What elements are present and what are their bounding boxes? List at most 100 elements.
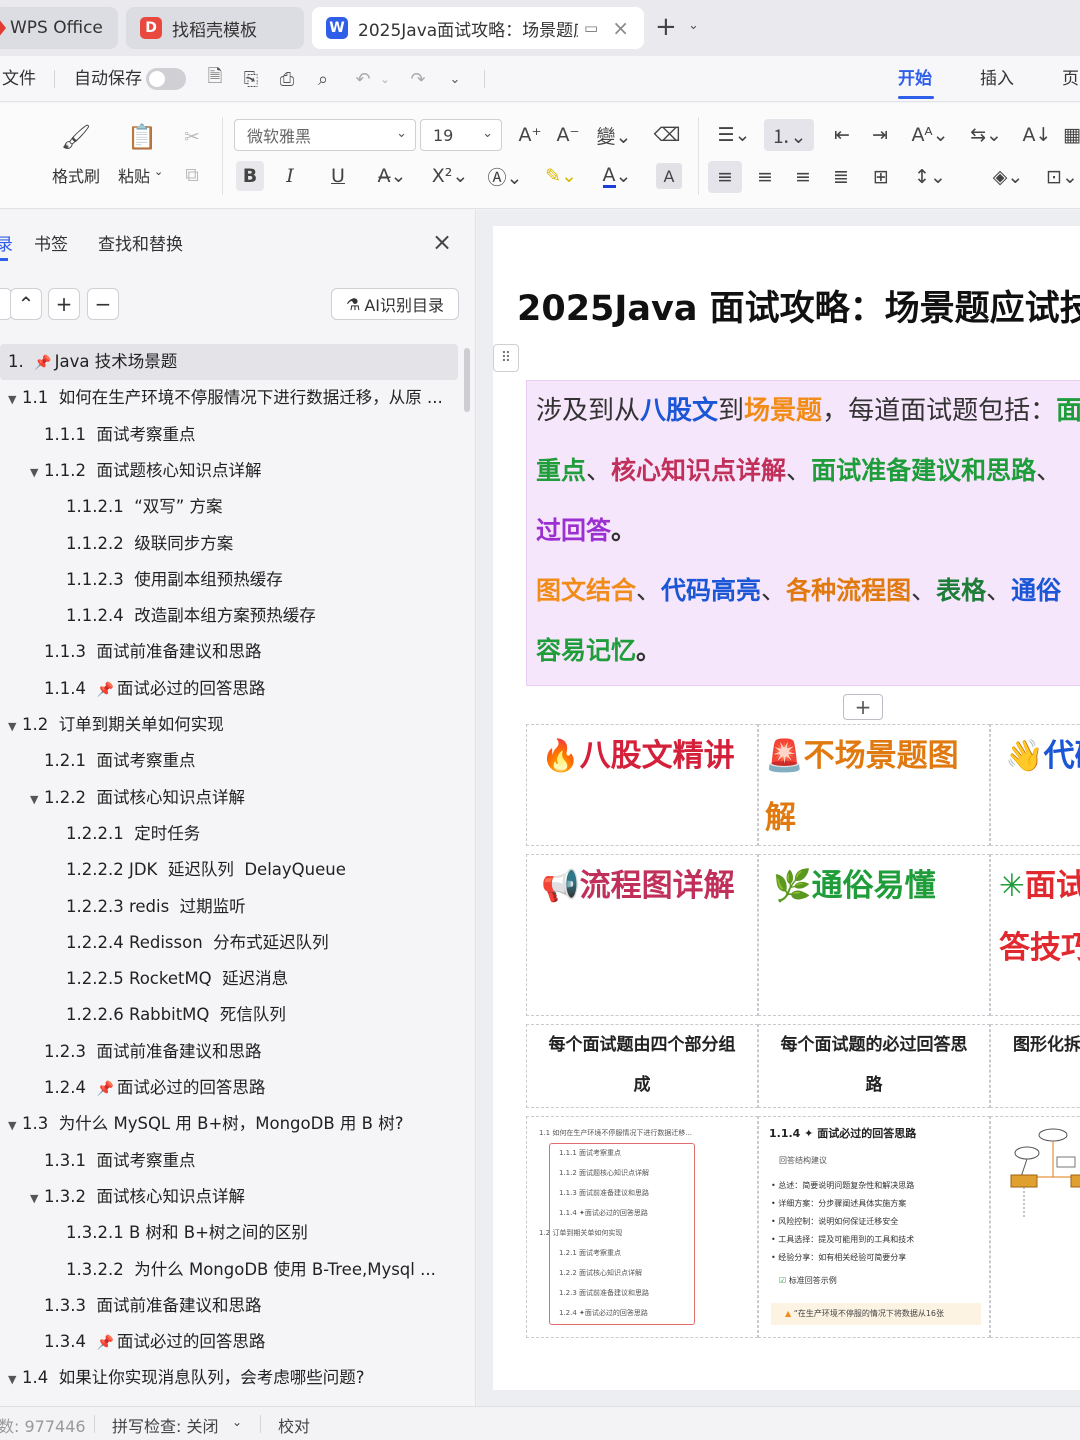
collapse-up-icon[interactable]: ⌃	[10, 288, 42, 320]
strikethrough-icon[interactable]: A̶⌄	[372, 161, 412, 191]
tab-wps-office[interactable]: WPS Office	[0, 7, 118, 49]
tab-docer-templates[interactable]: D 找稻壳模板	[126, 7, 304, 49]
toc-item[interactable]: 1.3.1 面试考察重点	[0, 1143, 458, 1179]
cut-icon[interactable]: ✂	[178, 123, 206, 151]
toc-item[interactable]: ▼ 1.3.2 面试核心知识点详解	[0, 1179, 458, 1215]
toc-item[interactable]: ▼ 1.4 如果让你实现消息队列，会考虑哪些问题?	[0, 1360, 458, 1396]
autosave-toggle[interactable]	[146, 68, 186, 90]
phonetic-guide-icon[interactable]: 變⌄	[594, 121, 634, 149]
toc-item[interactable]: 1.3.4 📌 面试必过的回答思路	[0, 1324, 458, 1360]
increase-font-icon[interactable]: A⁺	[516, 121, 544, 149]
toc-item[interactable]: 1.2.2.5 RocketMQ 延迟消息	[0, 961, 458, 997]
menu-file[interactable]: 文件	[2, 56, 36, 102]
new-tab-icon[interactable]: +	[655, 12, 677, 42]
decrease-indent-icon[interactable]: ⇤	[828, 121, 856, 149]
eraser-icon[interactable]: ⌫	[652, 121, 682, 149]
expand-arrow-icon[interactable]: ▼	[8, 1108, 22, 1142]
print-icon[interactable]: ⎙	[274, 66, 300, 92]
expand-arrow-icon[interactable]: ▼	[30, 782, 44, 816]
toc-item[interactable]: 1.2.2.1 定时任务	[0, 816, 458, 852]
sort-icon[interactable]: A↓	[1022, 121, 1052, 149]
save-icon[interactable]: 🗎	[202, 66, 228, 92]
font-color-icon[interactable]: A ⌄	[596, 161, 638, 191]
format-painter-icon[interactable]: 🖌	[60, 121, 92, 153]
toc-item[interactable]: 1.3.2.2 为什么 MongoDB 使用 B-Tree,Mysql ...	[0, 1252, 458, 1288]
nav-tab-bookmarks[interactable]: 书签	[34, 230, 68, 255]
borders-icon[interactable]: ⊡⌄	[1042, 161, 1080, 193]
paste-label[interactable]: 粘贴	[118, 163, 150, 187]
toc-item[interactable]: 1.1.1 面试考察重点	[0, 417, 458, 453]
char-shading-icon[interactable]: A	[656, 163, 682, 189]
font-family-select[interactable]: 微软雅黑 ⌄	[234, 119, 416, 151]
toc-item[interactable]: 1.1.4 📌 面试必过的回答思路	[0, 671, 458, 707]
toc-item[interactable]: 1.2.2.3 redis 过期监听	[0, 889, 458, 925]
toc-item[interactable]: 1. 📌 Java 技术场景题	[0, 344, 458, 380]
line-spacing-icon[interactable]: ↕⌄	[908, 161, 952, 193]
toc-item[interactable]: 1.1.2.1 “双写” 方案	[0, 489, 458, 525]
underline-button[interactable]: U	[318, 161, 358, 191]
menu-insert[interactable]: 插入	[980, 56, 1014, 102]
toc-item[interactable]: ▼ 1.1.2 面试题核心知识点详解	[0, 453, 458, 489]
toc-item[interactable]: ▼ 1.2.2 面试核心知识点详解	[0, 780, 458, 816]
ai-toc-button[interactable]: ⚗ AI识别目录	[331, 288, 459, 320]
export-pdf-icon[interactable]: ⎘	[238, 66, 264, 92]
bold-button[interactable]: B	[236, 161, 264, 191]
toc-item[interactable]: 1.2.2.4 Redisson 分布式延迟队列	[0, 925, 458, 961]
spell-check-toggle[interactable]: 拼写检查: 关闭	[112, 1413, 218, 1437]
toc-item[interactable]: 1.2.3 面试前准备建议和思路	[0, 1034, 458, 1070]
toc-item[interactable]: 1.2.2.2 JDK 延迟队列 DelayQueue	[0, 852, 458, 888]
highlight-icon[interactable]: ✎⌄	[540, 161, 582, 191]
menu-page[interactable]: 页	[1062, 56, 1079, 102]
toc-item[interactable]: ▼ 1.2 订单到期关单如何实现	[0, 707, 458, 743]
align-center-icon[interactable]: ≡	[750, 161, 780, 193]
expand-arrow-icon[interactable]: ▼	[8, 709, 22, 743]
toc-item[interactable]: 1.1.2.2 级联同步方案	[0, 526, 458, 562]
chevron-down-icon[interactable]: ⌄	[688, 18, 699, 33]
toc-item[interactable]: ▼ 1.3 为什么 MySQL 用 B+树，MongoDB 用 B 树?	[0, 1106, 458, 1142]
expand-plus-icon[interactable]: +	[48, 288, 80, 320]
align-left-icon[interactable]: ≡	[708, 161, 742, 193]
change-case-icon[interactable]: Aᴬ⌄	[908, 121, 952, 149]
justify-icon[interactable]: ≣	[826, 161, 856, 193]
table-grid-icon[interactable]: ▦	[1060, 121, 1080, 149]
distribute-icon[interactable]: ⊞	[866, 161, 896, 193]
align-right-icon[interactable]: ≡	[788, 161, 818, 193]
numbered-list-icon[interactable]: ⒈⌄	[764, 119, 814, 151]
more-chevron-icon[interactable]: ⌄	[442, 66, 468, 92]
increase-indent-icon[interactable]: ⇥	[866, 121, 894, 149]
format-painter-label[interactable]: 格式刷	[52, 163, 100, 187]
drag-handle-icon[interactable]: ⠿	[493, 344, 519, 372]
italic-button[interactable]: I	[276, 161, 304, 191]
expand-arrow-icon[interactable]: ▼	[8, 382, 22, 416]
font-size-select[interactable]: 19 ⌄	[420, 119, 502, 151]
expand-arrow-icon[interactable]: ▼	[30, 1181, 44, 1215]
print-preview-icon[interactable]: ⌕	[310, 66, 336, 92]
paste-chevron-icon[interactable]: ⌄	[154, 165, 163, 178]
toc-item[interactable]: 1.2.4 📌 面试必过的回答思路	[0, 1070, 458, 1106]
collapse-minus-icon[interactable]: −	[87, 288, 119, 320]
paste-icon[interactable]: 📋	[126, 121, 158, 153]
undo-dropdown-icon[interactable]: ⌄	[372, 66, 398, 92]
toc-item[interactable]: 1.3.2.1 B 树和 B+树之间的区别	[0, 1215, 458, 1251]
text-direction-icon[interactable]: ⇆⌄	[966, 121, 1006, 149]
close-icon[interactable]: ×	[612, 16, 629, 40]
chevron-down-icon[interactable]: ⌄	[232, 1415, 242, 1429]
close-pane-icon[interactable]: ×	[432, 228, 452, 256]
shading-icon[interactable]: ◈⌄	[986, 161, 1030, 193]
toc-item[interactable]: 1.1.2.4 改造副本组方案预热缓存	[0, 598, 458, 634]
scrollbar-thumb[interactable]	[464, 348, 470, 412]
redo-icon[interactable]: ↷	[405, 66, 431, 92]
toc-item[interactable]: 1.3.3 面试前准备建议和思路	[0, 1288, 458, 1324]
decrease-font-icon[interactable]: A⁻	[554, 121, 582, 149]
toc-item[interactable]: 1.1.2.3 使用副本组预热缓存	[0, 562, 458, 598]
word-count[interactable]: 数: 977446	[0, 1413, 86, 1437]
nav-tab-find-replace[interactable]: 查找和替换	[98, 230, 183, 255]
tab-document[interactable]: W 2025Java面试攻略：场景题应 ▭ ×	[312, 7, 644, 49]
expand-arrow-icon[interactable]: ▼	[30, 455, 44, 489]
toc-item[interactable]: 1.2.2.6 RabbitMQ 死信队列	[0, 997, 458, 1033]
nav-tab-toc[interactable]: 录	[0, 230, 13, 255]
superscript-icon[interactable]: X²⌄	[428, 161, 472, 191]
copy-icon[interactable]: ⧉	[178, 161, 206, 189]
toc-item[interactable]: 1.2.1 面试考察重点	[0, 743, 458, 779]
bullet-list-icon[interactable]: ☰⌄	[712, 121, 756, 149]
